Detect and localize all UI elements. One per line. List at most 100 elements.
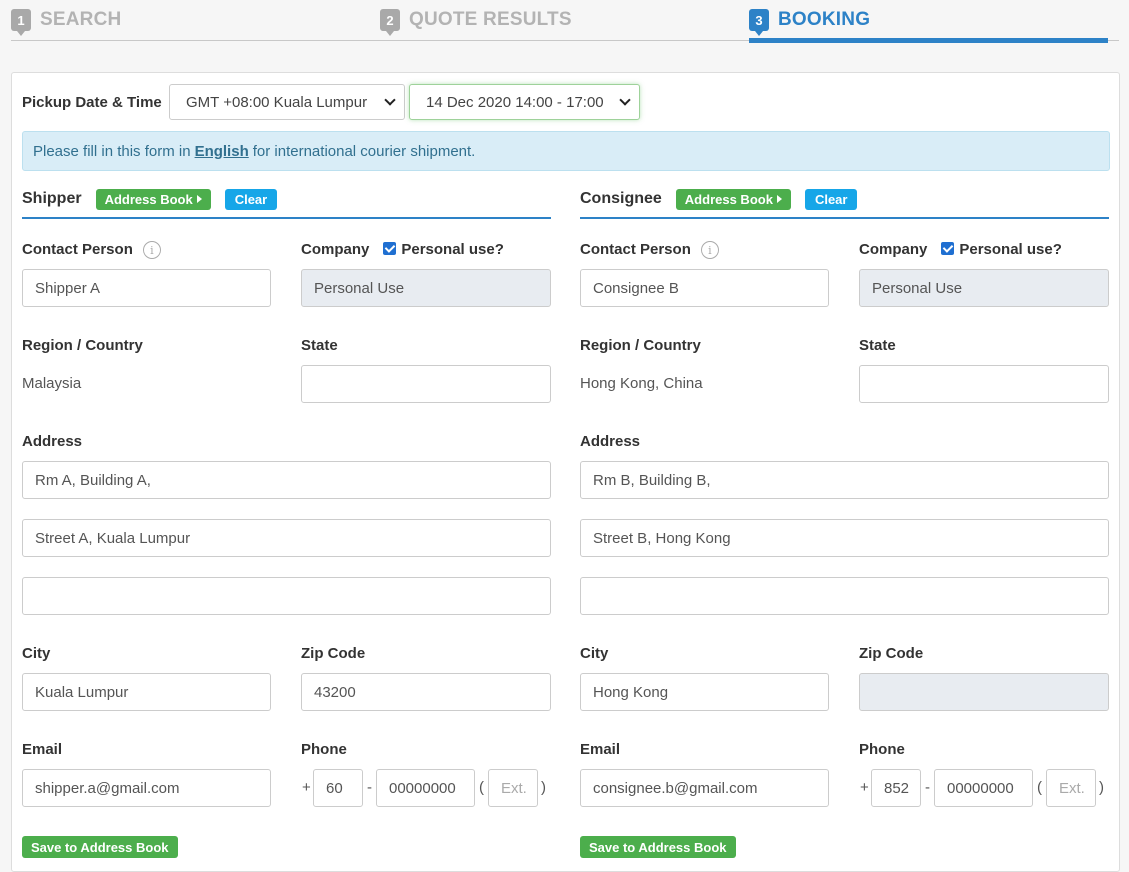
active-step-indicator <box>749 38 1108 43</box>
consignee-save-address-button[interactable]: Save to Address Book <box>580 836 736 858</box>
pickup-date-value: 14 Dec 2020 14:00 - 17:00 <box>426 93 604 111</box>
consignee-email-label: Email <box>580 741 621 758</box>
chevron-down-icon <box>384 94 396 106</box>
step-number-badge: 3 <box>749 9 769 36</box>
shipper-address-book-button[interactable]: Address Book <box>95 188 211 210</box>
consignee-section: Consignee Address Book Clear Contact Per… <box>580 185 1109 858</box>
personal-use-checkbox[interactable] <box>383 241 397 255</box>
info-icon[interactable]: i <box>700 241 719 260</box>
phone-dash: - <box>925 779 930 796</box>
shipper-phone-number-input[interactable]: 00000000 <box>376 769 475 807</box>
pickup-date-select[interactable]: 14 Dec 2020 14:00 - 17:00 <box>409 84 640 120</box>
consignee-zip-label: Zip Code <box>859 645 924 662</box>
step-label: BOOKING <box>778 9 871 30</box>
shipper-region-label: Region / Country <box>22 337 143 354</box>
shipper-address-line1[interactable]: Rm A, Building A, <box>22 461 551 499</box>
consignee-state-input[interactable] <box>859 365 1109 403</box>
shipper-city-input[interactable]: Kuala Lumpur <box>22 673 271 711</box>
timezone-value: GMT +08:00 Kuala Lumpur <box>186 93 368 111</box>
notice-text-before: Please fill in this form in <box>33 142 191 160</box>
shipper-state-input[interactable] <box>301 365 551 403</box>
phone-plus-sign: + <box>302 779 311 796</box>
consignee-email-input[interactable]: consignee.b@gmail.com <box>580 769 829 807</box>
consignee-region-label: Region / Country <box>580 337 701 354</box>
shipper-zip-input[interactable]: 43200 <box>301 673 551 711</box>
chevron-down-icon <box>619 94 631 106</box>
shipper-email-input[interactable]: shipper.a@gmail.com <box>22 769 271 807</box>
personal-use-checkbox[interactable] <box>941 241 955 255</box>
contact-person-label: Contact Person <box>580 241 691 258</box>
step-label: SEARCH <box>40 9 122 30</box>
phone-paren-open: ( <box>479 779 484 796</box>
consignee-phone-code-input[interactable]: 852 <box>871 769 921 807</box>
shipper-region-value: Malaysia <box>22 375 82 392</box>
shipper-header: Shipper Address Book Clear <box>22 185 551 219</box>
shipper-address-line2[interactable]: Street A, Kuala Lumpur <box>22 519 551 557</box>
consignee-address-label: Address <box>580 433 641 450</box>
consignee-company-input: Personal Use <box>859 269 1109 307</box>
consignee-phone-label: Phone <box>859 741 905 758</box>
shipper-contact-label: Contact Person i <box>22 241 161 260</box>
personal-use-label: Personal use? <box>401 241 504 258</box>
consignee-address-line2[interactable]: Street B, Hong Kong <box>580 519 1109 557</box>
shipper-phone-label: Phone <box>301 741 347 758</box>
info-icon[interactable]: i <box>142 241 161 260</box>
shipper-phone-ext-input[interactable]: Ext. <box>488 769 538 807</box>
shipper-address-label: Address <box>22 433 83 450</box>
company-label: Company <box>859 241 928 258</box>
pickup-row: Pickup Date & Time GMT +08:00 Kuala Lump… <box>22 84 640 120</box>
shipper-city-label: City <box>22 645 51 662</box>
consignee-contact-label: Contact Person i <box>580 241 719 260</box>
shipper-title: Shipper <box>22 190 82 207</box>
consignee-address-line3[interactable] <box>580 577 1109 615</box>
notice-text-after: for international courier shipment. <box>252 142 476 160</box>
shipper-company-label: Company Personal use? <box>301 241 504 258</box>
consignee-contact-input[interactable]: Consignee B <box>580 269 829 307</box>
address-book-label: Address Book <box>104 191 193 207</box>
shipper-state-label: State <box>301 337 338 354</box>
consignee-zip-input <box>859 673 1109 711</box>
consignee-city-input[interactable]: Hong Kong <box>580 673 829 711</box>
shipper-contact-input[interactable]: Shipper A <box>22 269 271 307</box>
booking-steps: 1 SEARCH 2 QUOTE RESULTS 3 BOOKING <box>0 0 1129 46</box>
shipper-company-input: Personal Use <box>301 269 551 307</box>
consignee-city-label: City <box>580 645 609 662</box>
consignee-phone-ext-input[interactable]: Ext. <box>1046 769 1096 807</box>
pickup-label: Pickup Date & Time <box>22 93 162 111</box>
contact-person-label: Contact Person <box>22 241 133 258</box>
caret-right-icon <box>196 195 202 203</box>
phone-paren-close: ) <box>541 779 546 796</box>
english-notice: Please fill in this form in English for … <box>22 131 1110 171</box>
personal-use-label: Personal use? <box>959 241 1062 258</box>
phone-dash: - <box>367 779 372 796</box>
step-search[interactable]: 1 SEARCH <box>11 6 122 36</box>
consignee-company-label: Company Personal use? <box>859 241 1062 258</box>
shipper-section: Shipper Address Book Clear Contact Perso… <box>22 185 551 858</box>
consignee-address-book-button[interactable]: Address Book <box>675 188 791 210</box>
consignee-header: Consignee Address Book Clear <box>580 185 1109 219</box>
shipper-phone-code-input[interactable]: 60 <box>313 769 363 807</box>
phone-plus-sign: + <box>860 779 869 796</box>
timezone-select[interactable]: GMT +08:00 Kuala Lumpur <box>169 84 405 120</box>
company-label: Company <box>301 241 370 258</box>
consignee-address-line1[interactable]: Rm B, Building B, <box>580 461 1109 499</box>
shipper-clear-button[interactable]: Clear <box>224 188 278 210</box>
phone-paren-open: ( <box>1037 779 1042 796</box>
step-booking[interactable]: 3 BOOKING <box>749 6 871 36</box>
shipper-email-label: Email <box>22 741 63 758</box>
consignee-clear-button[interactable]: Clear <box>804 188 858 210</box>
step-number-badge: 2 <box>380 9 400 36</box>
shipper-address-line3[interactable] <box>22 577 551 615</box>
step-quote-results[interactable]: 2 QUOTE RESULTS <box>380 6 572 36</box>
address-book-label: Address Book <box>684 191 773 207</box>
phone-paren-close: ) <box>1099 779 1104 796</box>
step-number-badge: 1 <box>11 9 31 36</box>
consignee-state-label: State <box>859 337 896 354</box>
caret-right-icon <box>776 195 782 203</box>
notice-emphasis: English <box>194 142 249 160</box>
consignee-region-value: Hong Kong, China <box>580 375 703 392</box>
consignee-phone-number-input[interactable]: 00000000 <box>934 769 1033 807</box>
step-label: QUOTE RESULTS <box>409 9 572 30</box>
consignee-title: Consignee <box>580 190 662 207</box>
shipper-save-address-button[interactable]: Save to Address Book <box>22 836 178 858</box>
